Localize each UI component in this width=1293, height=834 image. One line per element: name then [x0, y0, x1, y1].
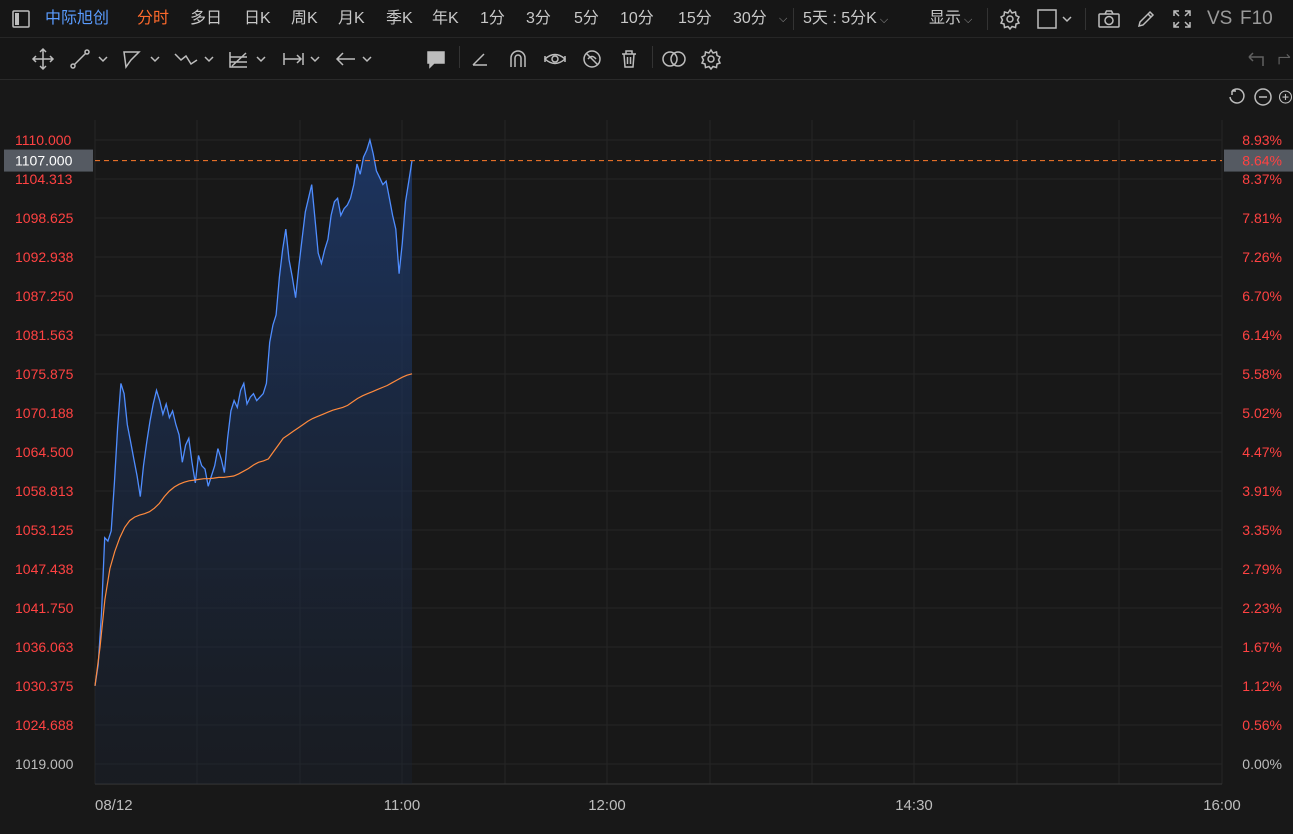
y-tick-label: 1098.625 [15, 210, 74, 226]
y-pct-tick-label: 8.37% [1242, 171, 1282, 187]
x-tick-label: 08/12 [95, 797, 133, 814]
multi-day-select[interactable]: 5天 : 5分K ⌵ [803, 0, 888, 38]
y-pct-tick-label: 3.35% [1242, 522, 1282, 538]
pen-icon[interactable] [1134, 8, 1158, 30]
current-pct-label: 8.64% [1242, 153, 1282, 169]
current-price-label: 1107.000 [15, 153, 73, 169]
reset-icon[interactable] [1226, 86, 1248, 108]
redo-icon[interactable] [1276, 47, 1293, 71]
comment-icon[interactable] [424, 47, 448, 71]
display-select[interactable]: 显示 ⌵ [929, 0, 972, 38]
range-icon[interactable] [280, 47, 326, 71]
y-tick-label: 1047.438 [15, 561, 74, 577]
y-pct-tick-label: 2.23% [1242, 600, 1282, 616]
y-pct-tick-label: 4.47% [1242, 444, 1282, 460]
period-tab[interactable]: 15分 [678, 0, 712, 38]
trash-icon[interactable] [617, 47, 641, 71]
period-tab[interactable]: 季K [386, 0, 413, 38]
y-tick-label: 1053.125 [15, 522, 74, 538]
fullscreen-icon[interactable] [1170, 8, 1194, 30]
y-pct-tick-label: 8.93% [1242, 132, 1282, 148]
y-pct-tick-label: 2.79% [1242, 561, 1282, 577]
y-tick-label: 1019.000 [15, 756, 74, 772]
settings-icon[interactable] [699, 47, 723, 71]
move-icon[interactable] [30, 47, 56, 71]
period-tab[interactable]: 10分 [620, 0, 654, 38]
top-toolbar: 中际旭创 分时 多日 日K 周K 月K 季K 年K 1分 3分 5分 10分 15分 30分 ⌵ 5天 :… [0, 0, 1293, 38]
y-tick-label: 1030.375 [15, 678, 74, 694]
settings-icon[interactable] [998, 8, 1022, 30]
y-pct-tick-label: 5.02% [1242, 405, 1282, 421]
y-pct-tick-label: 0.56% [1242, 717, 1282, 733]
y-tick-label: 1041.750 [15, 600, 74, 616]
fib-icon[interactable] [226, 47, 272, 71]
y-tick-label: 1024.688 [15, 717, 74, 733]
drawing-toolbar: Aa [0, 38, 1293, 108]
period-tab[interactable]: 3分 [526, 0, 551, 38]
symbol-name[interactable]: 中际旭创 [45, 0, 109, 38]
x-tick-label: 14:30 [895, 797, 933, 814]
vs-button[interactable]: VS [1207, 0, 1232, 38]
y-tick-label: 1036.063 [15, 639, 74, 655]
panel-toggle-icon[interactable] [10, 8, 32, 30]
x-tick-label: 12:00 [588, 797, 626, 814]
zoom-in-icon[interactable] [1278, 86, 1293, 108]
y-tick-label: 1070.188 [15, 405, 74, 421]
wave-icon[interactable] [172, 47, 220, 71]
compare-icon[interactable] [660, 47, 688, 71]
period-tab[interactable]: 5分 [574, 0, 599, 38]
y-tick-label: 1058.813 [15, 483, 74, 499]
period-tab[interactable]: 30分 [733, 0, 767, 38]
period-tab[interactable]: 月K [338, 0, 365, 38]
magnet-icon[interactable] [506, 47, 530, 71]
ruler-icon[interactable] [468, 47, 492, 71]
y-pct-tick-label: 1.67% [1242, 639, 1282, 655]
y-tick-label: 1087.250 [15, 288, 74, 304]
undo-icon[interactable] [1244, 47, 1268, 71]
period-tab[interactable]: 1分 [480, 0, 505, 38]
period-tab[interactable]: 周K [291, 0, 318, 38]
x-tick-label: 11:00 [384, 797, 420, 814]
y-tick-label: 1104.313 [15, 171, 73, 187]
arrow-icon[interactable] [334, 47, 380, 71]
chevron-down-icon[interactable]: ⌵ [779, 0, 787, 38]
y-pct-tick-label: 6.70% [1242, 288, 1282, 304]
y-pct-tick-label: 6.14% [1242, 327, 1282, 343]
y-pct-tick-label: 0.00% [1242, 756, 1282, 772]
period-tab[interactable]: 分时 [137, 0, 169, 38]
period-tab[interactable]: 年K [432, 0, 459, 38]
y-tick-label: 1064.500 [15, 444, 74, 460]
chevron-down-icon: ⌵ [879, 14, 889, 26]
price-area [95, 140, 412, 784]
y-tick-label: 1075.875 [15, 366, 74, 382]
line-icon[interactable] [68, 47, 114, 71]
layout-icon[interactable] [1035, 8, 1075, 30]
intraday-chart[interactable]: 1110.000 1104.313 1098.625 1092.938 1087.250… [0, 80, 1293, 834]
display-label: 显示 [929, 10, 962, 27]
hide-icon[interactable] [580, 47, 604, 71]
period-tab[interactable]: 多日 [190, 0, 222, 38]
y-pct-tick-label: 5.58% [1242, 366, 1282, 382]
multi-day-label: 5天 : 5分K [803, 10, 877, 27]
chevron-down-icon: ⌵ [964, 14, 973, 26]
y-pct-tick-label: 1.12% [1242, 678, 1282, 694]
y-tick-label: 1092.938 [15, 249, 74, 265]
camera-icon[interactable] [1096, 8, 1122, 30]
y-tick-label: 1081.563 [15, 327, 74, 343]
y-tick-label: 1110.000 [15, 132, 72, 148]
y-pct-tick-label: 7.81% [1242, 210, 1282, 226]
eye-icon[interactable] [542, 47, 568, 71]
period-tab[interactable]: 日K [244, 0, 271, 38]
y-pct-tick-label: 7.26% [1242, 249, 1282, 265]
chart-area[interactable]: 1110.000 1104.313 1098.625 1092.938 1087.250… [0, 80, 1293, 834]
f10-button[interactable]: F10 [1240, 0, 1273, 38]
y-pct-tick-label: 3.91% [1242, 483, 1282, 499]
zoom-out-icon[interactable] [1252, 86, 1274, 108]
polygon-icon[interactable] [120, 47, 166, 71]
x-tick-label: 16:00 [1203, 797, 1241, 814]
